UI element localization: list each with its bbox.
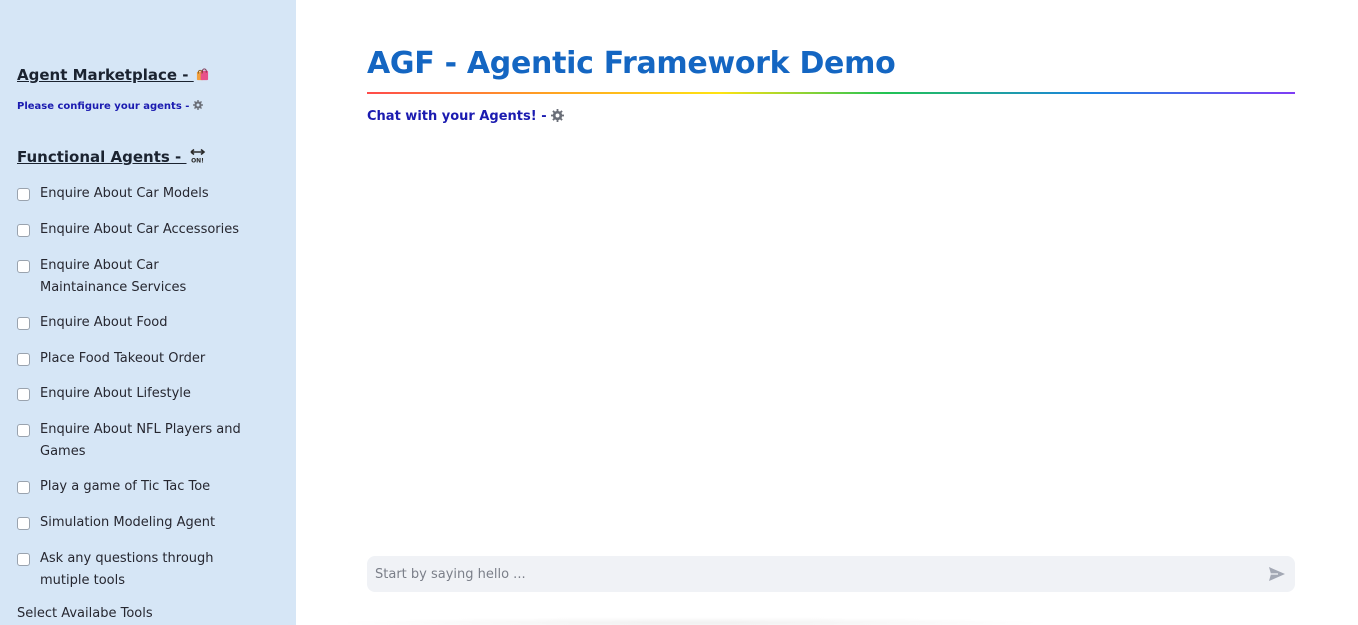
agent-label: Enquire About Lifestyle (40, 386, 191, 401)
agent-item-simulation[interactable]: Simulation Modeling Agent (17, 515, 277, 534)
agent-checkbox[interactable] (17, 424, 30, 437)
agent-label: Enquire About NFL Players and Games (40, 422, 241, 459)
chat-heading-label: Chat with your Agents! - (367, 109, 552, 124)
page-title: AGF - Agentic Framework Demo (367, 46, 896, 81)
agent-label: Enquire About Food (40, 315, 168, 330)
gear-icon (192, 100, 203, 110)
rainbow-divider (367, 92, 1295, 94)
configure-agents-label: Please configure your agents - (17, 101, 193, 112)
agent-checkbox[interactable] (17, 317, 30, 330)
agent-checkbox[interactable] (17, 353, 30, 366)
agent-label: Place Food Takeout Order (40, 351, 206, 366)
agent-item-car-models[interactable]: Enquire About Car Models (17, 186, 277, 205)
agent-item-car-accessories[interactable]: Enquire About Car Accessories (17, 222, 277, 241)
functional-agents-title: Functional Agents - ON! (17, 148, 206, 166)
agent-checkbox[interactable] (17, 388, 30, 401)
agent-checkbox[interactable] (17, 517, 30, 530)
agent-label: Simulation Modeling Agent (40, 515, 216, 530)
configure-agents-hint: Please configure your agents - (17, 100, 203, 112)
agent-checkbox[interactable] (17, 188, 30, 201)
select-tools-label: Select Availabe Tools (17, 606, 153, 621)
agent-item-food[interactable]: Enquire About Food (17, 315, 277, 334)
shopping-bags-icon (196, 68, 208, 81)
bottom-shadow (330, 617, 1050, 625)
agent-checkbox[interactable] (17, 553, 30, 566)
send-button[interactable] (1267, 564, 1287, 584)
agent-checkbox[interactable] (17, 260, 30, 273)
svg-text:ON!: ON! (191, 158, 204, 165)
functional-agents-label: Functional Agents - (17, 148, 187, 166)
chat-heading: Chat with your Agents! - (367, 109, 565, 124)
gear-icon (551, 109, 565, 122)
agent-marketplace-label: Agent Marketplace - (17, 66, 194, 84)
agent-checkbox[interactable] (17, 224, 30, 237)
agent-marketplace-title: Agent Marketplace - (17, 66, 209, 84)
agent-label: Play a game of Tic Tac Toe (40, 479, 211, 494)
agent-item-nfl[interactable]: Enquire About NFL Players and Games (17, 422, 277, 462)
agent-item-lifestyle[interactable]: Enquire About Lifestyle (17, 386, 277, 405)
agent-item-multiple-tools[interactable]: Ask any questions through mutiple tools (17, 551, 277, 591)
app: Agent Marketplace - Please configure you… (0, 0, 1358, 625)
agent-item-car-maintainance[interactable]: Enquire About Car Maintainance Services (17, 258, 277, 298)
agent-checkbox[interactable] (17, 481, 30, 494)
agent-item-food-takeout[interactable]: Place Food Takeout Order (17, 351, 277, 370)
agent-item-tic-tac-toe[interactable]: Play a game of Tic Tac Toe (17, 479, 277, 498)
agent-label: Ask any questions through mutiple tools (40, 551, 214, 588)
agent-label: Enquire About Car Accessories (40, 222, 240, 237)
agent-label: Enquire About Car Models (40, 186, 209, 201)
send-icon (1269, 567, 1285, 581)
chat-input-container (367, 556, 1295, 592)
sidebar: Agent Marketplace - Please configure you… (0, 0, 296, 625)
agent-label: Enquire About Car Maintainance Services (40, 258, 187, 295)
on-arrow-icon: ON! (189, 148, 205, 165)
chat-input[interactable] (367, 556, 1247, 592)
